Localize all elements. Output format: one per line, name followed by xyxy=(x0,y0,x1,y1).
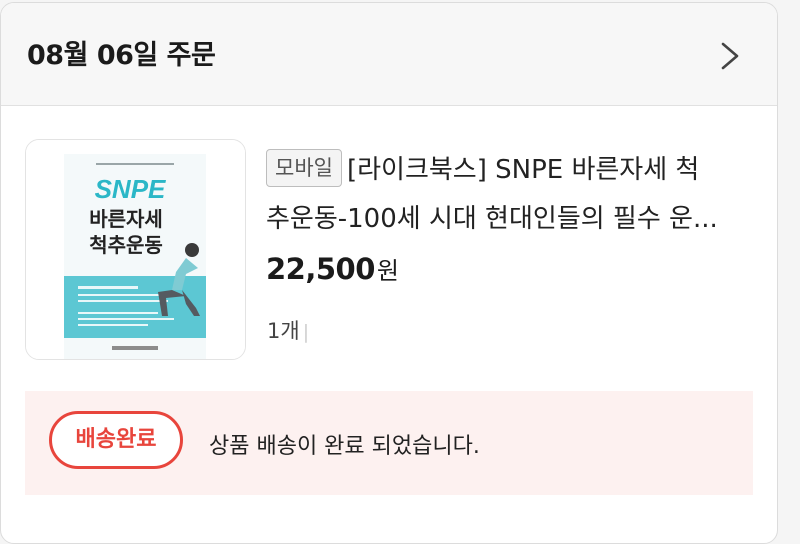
product-price: 22,500원 xyxy=(266,251,399,286)
order-date-title: 08월 06일 주문 xyxy=(27,40,216,71)
mobile-badge: 모바일 xyxy=(266,149,342,187)
chevron-right-icon[interactable] xyxy=(717,39,743,73)
cover-title-line1: 바른자세 xyxy=(89,207,163,231)
quantity-value: 1개 xyxy=(267,319,300,343)
cover-title-line2: 척추운동 xyxy=(89,233,163,257)
product-title-line1[interactable]: 모바일 [라이크북스] SNPE 바른자세 척 xyxy=(266,146,756,195)
price-value: 22,500 xyxy=(266,252,375,286)
order-card: 08월 06일 주문 SNPE 바른자세 척추운동 모바일 [라이크북스] SN… xyxy=(0,2,778,544)
product-thumbnail[interactable]: SNPE 바른자세 척추운동 xyxy=(25,139,246,360)
delivery-complete-badge: 배송완료 xyxy=(49,411,183,469)
delivery-status-message: 상품 배송이 완료 되었습니다. xyxy=(209,434,480,459)
price-unit: 원 xyxy=(376,257,399,285)
order-header[interactable]: 08월 06일 주문 xyxy=(1,3,777,106)
delivery-status-box: 배송완료 상품 배송이 완료 되었습니다. xyxy=(25,391,753,495)
divider: | xyxy=(302,321,310,343)
product-info: 모바일 [라이크북스] SNPE 바른자세 척 추운동-100세 시대 현대인들의… xyxy=(266,146,756,244)
product-quantity: 1개 | xyxy=(267,315,309,345)
product-title-line2[interactable]: 추운동-100세 시대 현대인들의 필수 운... xyxy=(266,195,756,244)
book-cover-image: SNPE 바른자세 척추운동 xyxy=(26,140,245,359)
cover-brand: SNPE xyxy=(95,174,166,204)
product-title-text1: [라이크북스] SNPE 바른자세 척 xyxy=(346,155,700,185)
